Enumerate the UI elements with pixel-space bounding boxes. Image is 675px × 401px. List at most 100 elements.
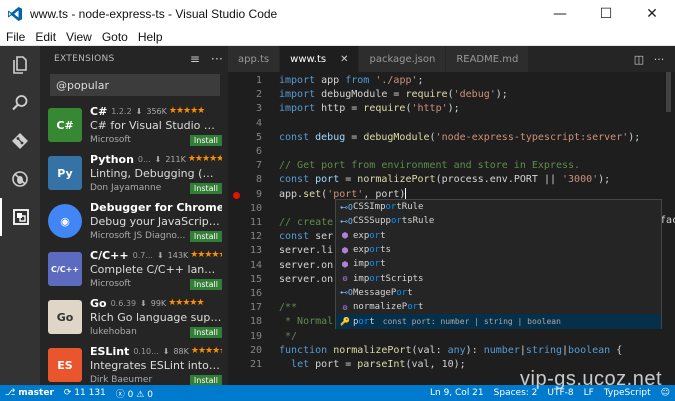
problems-indicator[interactable]: ⓧ 0 ⚠ 0 bbox=[111, 387, 158, 400]
code-token: port = bbox=[309, 359, 358, 370]
cursor-position[interactable]: Ln 9, Col 21 bbox=[425, 388, 489, 398]
line-number: 14 bbox=[249, 259, 262, 271]
code-text: const ser bbox=[279, 230, 333, 244]
close-tab-icon[interactable]: ✕ bbox=[340, 54, 348, 65]
tab-app-ts[interactable]: app.ts bbox=[228, 46, 281, 72]
extension-header: Go 0.6.39 ⬇ 99K ★★★★★ bbox=[90, 296, 222, 310]
code-token: ); bbox=[447, 103, 460, 115]
line-number: 20 bbox=[249, 344, 262, 356]
menu-goto[interactable]: Goto bbox=[96, 30, 132, 44]
debug-button[interactable] bbox=[0, 160, 40, 198]
extension-item[interactable]: Py Python 0... ⬇ 211K ★★★★★ Linting, Debugging… bbox=[40, 148, 228, 196]
code-token: set bbox=[303, 188, 322, 200]
extension-item[interactable]: C# C# 1.2.2 ⬇ 356K ★★★★★ C# for Visual Studio … bbox=[40, 100, 228, 148]
code-token: const bbox=[279, 131, 310, 143]
suggestion-item[interactable]: ⬢ imp or t bbox=[336, 257, 661, 271]
code-token: '3000' bbox=[562, 174, 599, 186]
code-text: * Normal bbox=[279, 315, 333, 329]
maximize-button[interactable]: ☐ bbox=[583, 0, 629, 28]
code-text: function normalizePort(val: any): number… bbox=[279, 344, 622, 358]
split-editor-icon[interactable]: ◫ bbox=[629, 53, 649, 66]
extensions-search-input[interactable]: @popular bbox=[50, 74, 220, 96]
code-line: 7 // Get port from environment and store … bbox=[228, 159, 675, 173]
sync-indicator[interactable]: ⟳ 11 131 bbox=[59, 388, 111, 398]
code-token: ; bbox=[417, 75, 424, 86]
suggestion-item[interactable]: ⊷O CSSSupp or tsRule bbox=[336, 214, 661, 228]
code-token: require bbox=[363, 103, 406, 115]
suggestion-item[interactable]: ⬢ exp or t bbox=[336, 229, 661, 243]
extension-footer: Dirk Baeumer Install bbox=[90, 373, 222, 385]
tab-readme-md[interactable]: README.md bbox=[446, 46, 530, 72]
menu-edit[interactable]: Edit bbox=[29, 30, 60, 44]
install-button[interactable]: Install bbox=[189, 374, 222, 385]
suggestion-item[interactable]: ⊷O CSSImp or tRule bbox=[336, 200, 661, 214]
suggestion-text: t bbox=[380, 230, 386, 241]
line-number: 7 bbox=[255, 160, 262, 172]
suggestion-text: tRule bbox=[396, 202, 424, 213]
install-button[interactable]: Install bbox=[189, 278, 222, 290]
suggestion-item[interactable]: 🔑 p or t const port: number | string | boole… bbox=[336, 314, 661, 329]
install-button[interactable]: Install bbox=[189, 182, 222, 194]
tab-package-json[interactable]: package.json bbox=[359, 46, 447, 72]
code-token: * Normal bbox=[279, 316, 334, 328]
code-text: server.on bbox=[279, 273, 333, 287]
source-control-button[interactable] bbox=[0, 122, 40, 160]
code-token: './app' bbox=[375, 75, 418, 86]
more-actions-icon[interactable]: ··· bbox=[206, 52, 228, 66]
line-number: 8 bbox=[255, 174, 262, 186]
suggestion-text: tsRule bbox=[401, 216, 435, 227]
download-icon: ⬇ bbox=[156, 250, 164, 260]
csharp-logo-icon: C# bbox=[48, 108, 82, 142]
minimize-button[interactable]: — bbox=[537, 0, 583, 28]
extension-item[interactable]: ◉Debugger for Chrome⬇148Debug your JavaS… bbox=[40, 196, 228, 244]
vscode-logo-icon bbox=[8, 7, 22, 21]
extension-info: C/C++ 0.7... ⬇ 143K ★★★★★ Complete C/C++ lang… bbox=[90, 248, 222, 292]
close-window-button[interactable]: ✕ bbox=[629, 0, 675, 28]
go-logo-icon: Go bbox=[48, 300, 82, 334]
suggestion-item[interactable]: ⊷O MessageP or t bbox=[336, 286, 661, 300]
search-button[interactable] bbox=[0, 84, 40, 122]
code-token: ); bbox=[598, 174, 611, 186]
explorer-button[interactable] bbox=[0, 46, 40, 84]
cpp-logo-icon: C/C++ bbox=[48, 252, 82, 286]
menu-file[interactable]: File bbox=[0, 30, 29, 44]
line-number: 11 bbox=[249, 217, 262, 228]
extension-description: Debug your JavaScript code... bbox=[90, 215, 222, 228]
branch-indicator[interactable]: ⎇ master bbox=[0, 388, 59, 398]
extension-item[interactable]: Go Go 0.6.39 ⬇ 99K ★★★★★ Rich Go language supp… bbox=[40, 292, 228, 340]
rating-stars: ★★★★★ bbox=[190, 346, 222, 356]
suggestion-text: MessageP bbox=[353, 287, 397, 298]
code-token: import bbox=[279, 75, 316, 86]
extension-item[interactable]: C/C++ C/C++ 0.7... ⬇ 143K ★★★★★ Complete C/C++… bbox=[40, 244, 228, 292]
extension-item[interactable]: ESESLint0.10...⬇88K★★★★★Integrates ESLin… bbox=[40, 340, 228, 385]
suggestion-item[interactable]: ⬢ exp or ts bbox=[336, 243, 661, 257]
clear-extensions-icon[interactable]: ≡ bbox=[184, 52, 206, 66]
install-button[interactable]: Install bbox=[189, 326, 222, 338]
install-button[interactable]: Install bbox=[189, 230, 222, 242]
tab-www-ts[interactable]: www.ts ✕ bbox=[280, 46, 360, 72]
suggestion-kind-icon: ⊷O bbox=[340, 202, 353, 212]
code-token: port bbox=[315, 174, 340, 186]
code-token: any bbox=[447, 344, 466, 356]
code-token: parseInt bbox=[357, 359, 406, 370]
window-title: www.ts - node-express-ts - Visual Studio… bbox=[30, 7, 278, 21]
install-button[interactable]: Install bbox=[189, 134, 222, 146]
suggestion-item[interactable]: ⚙ normalizeP or t bbox=[336, 300, 661, 314]
line-number: 13 bbox=[249, 245, 262, 257]
code-token: string bbox=[525, 344, 563, 356]
code-token: debug bbox=[315, 131, 346, 143]
extension-description: Linting, Debugging (multi-t... bbox=[90, 167, 222, 180]
code-token: boolean bbox=[568, 344, 611, 356]
code-token: import bbox=[279, 103, 316, 115]
code-token: const bbox=[279, 174, 310, 186]
extension-name: Go bbox=[90, 296, 107, 310]
breakpoint-icon[interactable] bbox=[233, 191, 240, 199]
extensions-button[interactable] bbox=[0, 198, 40, 236]
code-token: from bbox=[345, 75, 370, 86]
extension-name: Python bbox=[90, 152, 134, 166]
menu-help[interactable]: Help bbox=[132, 30, 167, 44]
editor-more-icon[interactable]: ··· bbox=[649, 53, 669, 66]
suggestion-item[interactable]: ⚙ imp or tScripts bbox=[336, 271, 661, 285]
menu-view[interactable]: View bbox=[60, 30, 96, 44]
code-line: 4 bbox=[228, 117, 675, 131]
